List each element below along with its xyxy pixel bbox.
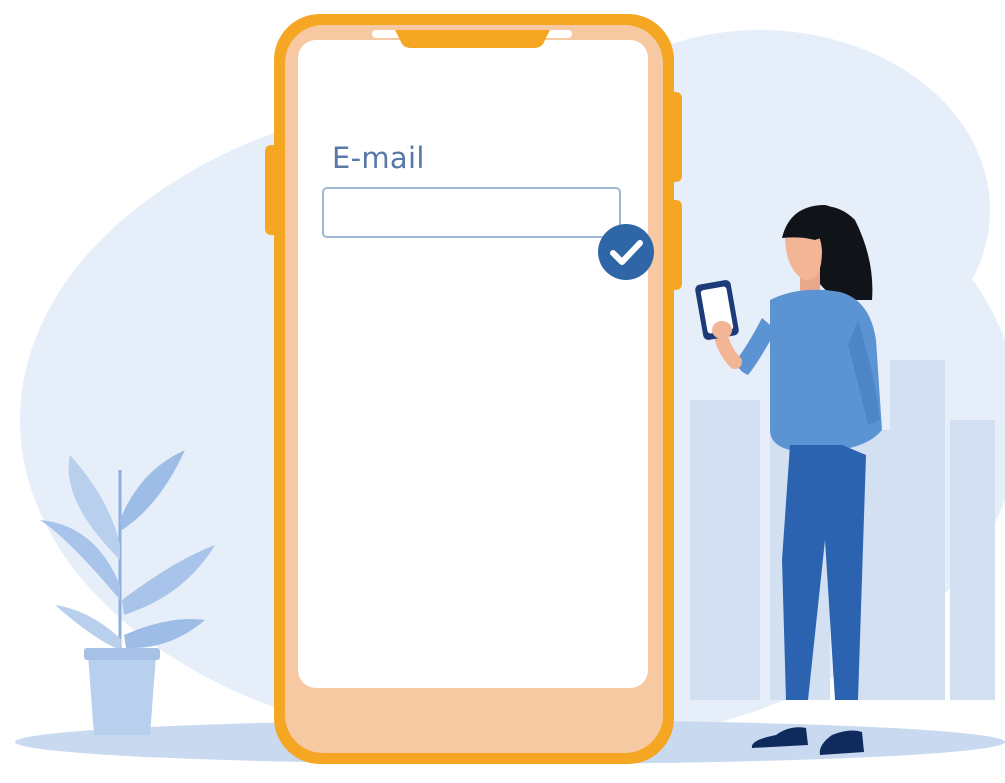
checkmark-circle-icon: [598, 224, 654, 280]
large-phone: [265, 14, 682, 764]
email-verification-illustration: E-mail: [0, 0, 1005, 783]
scene-artwork: [15, 14, 1005, 764]
email-field-label: E-mail: [332, 141, 425, 175]
email-field[interactable]: [322, 187, 621, 238]
